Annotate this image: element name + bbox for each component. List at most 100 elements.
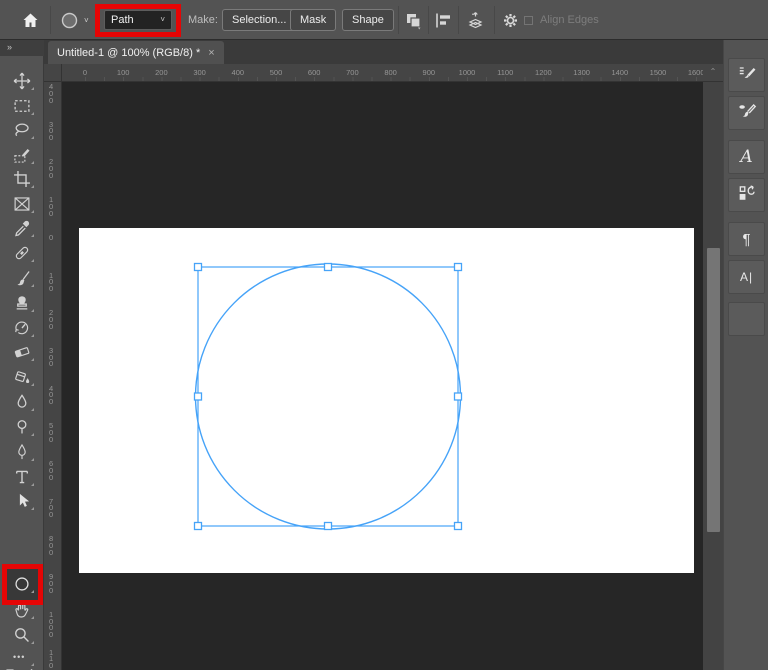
align-edges-checkbox[interactable] [524, 16, 533, 25]
h-ruler-label: 300 [193, 68, 206, 77]
make-mask-button[interactable]: Mask [290, 9, 337, 31]
toolbar: ••• [0, 56, 44, 670]
h-ruler-label: 1300 [573, 68, 590, 77]
gear-icon[interactable] [501, 11, 520, 30]
ruler-corner[interactable] [44, 64, 62, 82]
h-ruler-label: 400 [231, 68, 245, 77]
v-ruler-label: 1 1 0 0 [49, 647, 54, 670]
crop-tool-icon[interactable] [13, 170, 34, 188]
align-edges-label: Align Edges [540, 14, 599, 26]
make-label: Make: [188, 14, 218, 26]
ellipse-tool-highlight [2, 564, 43, 605]
frame-tool-icon[interactable] [13, 195, 34, 213]
make-shape-button[interactable]: Shape [342, 9, 394, 31]
preset-chevron-icon[interactable]: ˅ [84, 16, 89, 25]
h-ruler-label: 1100 [497, 68, 514, 77]
scrollbar-thumb[interactable] [707, 248, 720, 532]
panel-button-character[interactable]: A [728, 140, 765, 174]
v-ruler-label: 1 0 0 [49, 270, 54, 294]
right-panel-dock: « A [723, 40, 768, 670]
glyphs-panel-icon [737, 183, 757, 208]
separator [398, 6, 399, 34]
v-ruler-label: 2 0 0 [49, 308, 54, 331]
separator [50, 6, 51, 34]
brush-settings-icon [737, 63, 757, 88]
path-alignment-icon[interactable] [434, 11, 453, 30]
move-tool-icon[interactable] [13, 72, 34, 90]
pen-tool-icon[interactable] [13, 443, 34, 461]
separator [458, 6, 459, 34]
panel-button-paragraph-styles[interactable]: A| [728, 260, 765, 294]
close-icon[interactable]: × [208, 47, 214, 59]
v-ruler-label: 1 0 0 0 [49, 609, 54, 640]
eraser-tool-icon[interactable] [13, 343, 34, 361]
path-selection-tool-icon[interactable] [13, 492, 34, 510]
v-ruler-label: 2 0 0 [49, 157, 54, 180]
vertical-scrollbar[interactable] [703, 82, 723, 670]
empty-panel-slot [728, 302, 765, 336]
paragraph-panel-icon: ¶ [742, 230, 751, 248]
h-ruler-label: 1000 [458, 68, 476, 77]
h-ruler-label: 1500 [649, 68, 667, 77]
eyedropper-tool-icon[interactable] [13, 219, 34, 237]
v-ruler-label: 3 0 0 [49, 119, 54, 143]
document-tab[interactable]: Untitled-1 @ 100% (RGB/8) * × [48, 41, 224, 64]
brush-tool-icon[interactable] [13, 269, 34, 287]
v-ruler-label: 5 0 0 [49, 421, 54, 444]
h-ruler-label: 700 [346, 68, 359, 77]
path-arrangement-icon[interactable] [466, 11, 485, 30]
pasteboard [62, 82, 703, 670]
zoom-tool-icon[interactable] [13, 626, 34, 644]
panel-button-brush-settings[interactable] [728, 58, 765, 92]
document-tab-bar: Untitled-1 @ 100% (RGB/8) * × [44, 40, 723, 64]
edit-toolbar-icon[interactable]: ••• [13, 648, 34, 666]
combine-shapes-icon[interactable] [404, 11, 423, 30]
h-ruler-label: 200 [155, 68, 168, 77]
brushes-icon [737, 101, 757, 126]
panel-button-paragraph[interactable]: ¶ [728, 222, 765, 256]
make-selection-button[interactable]: Selection... [222, 9, 297, 31]
blur-tool-icon[interactable] [13, 393, 34, 411]
ellipse-path-shape[interactable] [62, 82, 703, 670]
options-bar: ˅ Path ˅ Make: Selection... Mask Shape A… [0, 0, 768, 40]
h-ruler-label: 800 [384, 68, 397, 77]
v-ruler-label: 4 0 0 [49, 82, 54, 105]
object-selection-tool-icon[interactable] [13, 146, 34, 164]
panel-button-brushes[interactable] [728, 96, 765, 130]
scroll-up-icon[interactable]: ⌃ [703, 64, 723, 82]
h-ruler-label: 500 [269, 68, 283, 77]
panel-button-glyphs[interactable] [728, 178, 765, 212]
h-ruler-label: 0 [82, 68, 88, 77]
spot-healing-brush-tool-icon[interactable] [13, 244, 34, 262]
v-ruler-label: 6 0 0 [49, 459, 54, 482]
h-ruler-label: 1200 [535, 68, 552, 77]
h-ruler-label: 100 [116, 68, 130, 77]
type-tool-icon[interactable] [13, 468, 34, 486]
lasso-tool-icon[interactable] [13, 121, 34, 139]
v-ruler-label: 0 [49, 232, 54, 242]
home-icon[interactable] [21, 11, 40, 30]
photoshop-window: ˅ Path ˅ Make: Selection... Mask Shape A… [0, 0, 768, 670]
v-ruler-label: 1 0 0 [49, 195, 54, 218]
toolbar-expander[interactable]: » [0, 40, 44, 56]
ellipse-preset-icon[interactable] [60, 11, 79, 30]
history-brush-tool-icon[interactable] [13, 319, 34, 337]
paint-bucket-tool-icon[interactable] [13, 368, 34, 386]
path-mode-highlight [95, 4, 181, 37]
vertical-ruler[interactable]: 4 0 0 3 0 0 2 0 0 1 0 0 0 1 0 0 2 0 0 3 0 0 4 0 … [44, 82, 62, 670]
rectangular-marquee-tool-icon[interactable] [13, 97, 34, 115]
separator [494, 6, 495, 34]
separator [428, 6, 429, 34]
v-ruler-label: 8 0 0 [49, 534, 54, 557]
v-ruler-label: 9 0 0 [49, 572, 54, 595]
clone-stamp-tool-icon[interactable] [13, 294, 34, 312]
h-ruler-label: 900 [422, 68, 436, 77]
h-ruler-label: 1400 [611, 68, 629, 77]
v-ruler-label: 3 0 0 [49, 345, 54, 369]
v-ruler-label: 7 0 0 [49, 496, 54, 520]
dodge-tool-icon[interactable] [13, 418, 34, 436]
h-ruler-label: 600 [307, 68, 321, 77]
paragraph-styles-panel-icon: A| [739, 270, 754, 284]
horizontal-ruler[interactable]: 0 100 200 300 400 500 600 700 800 900 1000 1100 1200… [62, 64, 705, 82]
document-title: Untitled-1 @ 100% (RGB/8) * [57, 46, 201, 59]
